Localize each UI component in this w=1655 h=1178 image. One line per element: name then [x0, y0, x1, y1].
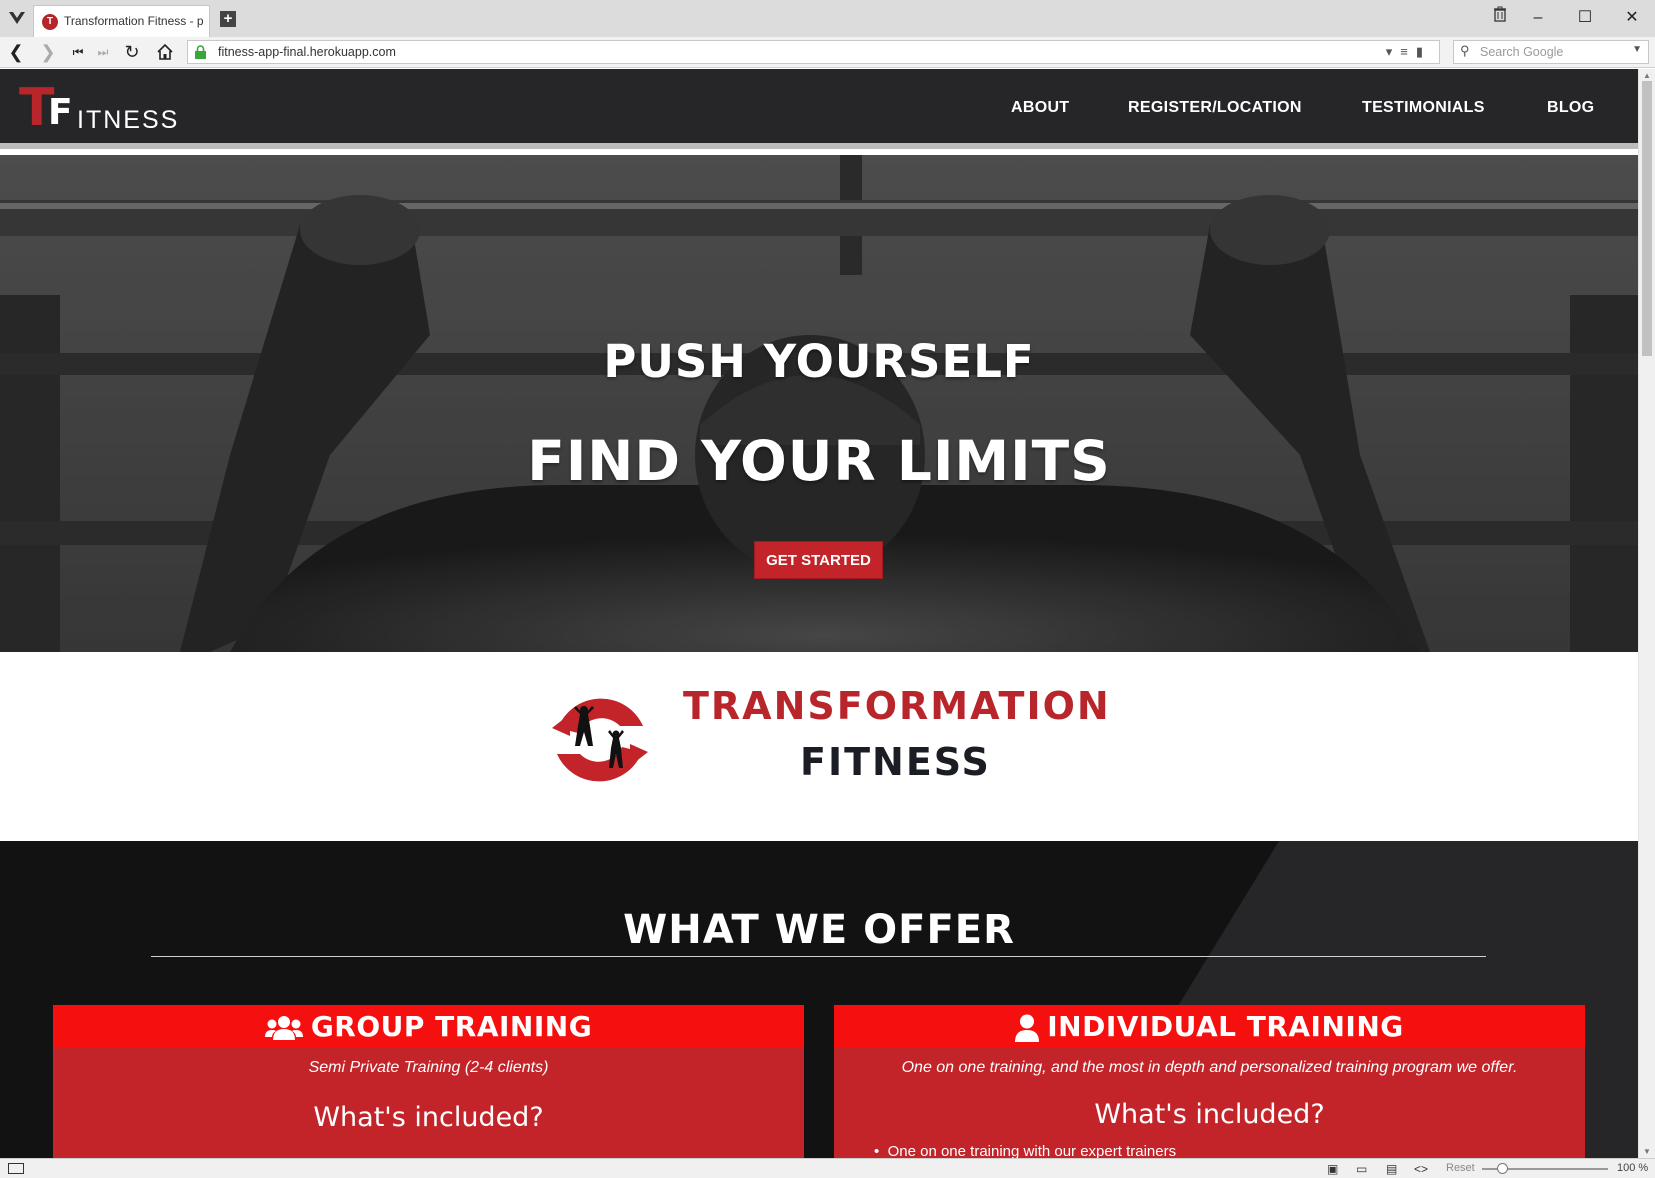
get-started-button[interactable]: GET STARTED [754, 541, 883, 579]
browser-status-bar: ▣ ▭ ▤ <> Reset 100 % [0, 1158, 1655, 1178]
brand-name-line1: TRANSFORMATION [683, 684, 1111, 728]
user-icon [1015, 1014, 1040, 1042]
zoom-reset-button[interactable]: Reset [1446, 1162, 1475, 1174]
individual-training-title: INDIVIDUAL TRAINING [1047, 1010, 1404, 1043]
list-item: • One on one training with our expert tr… [874, 1143, 1177, 1158]
individual-training-header: INDIVIDUAL TRAINING [834, 1005, 1585, 1047]
nav-testimonials[interactable]: TESTIMONIALS [1362, 99, 1485, 117]
trash-icon[interactable] [1485, 6, 1515, 30]
browser-tab[interactable]: T Transformation Fitness - per [33, 5, 210, 37]
scroll-down-icon[interactable]: ▼ [1643, 1147, 1651, 1156]
group-training-subtitle: Semi Private Training (2-4 clients) [308, 1059, 549, 1076]
chevron-down-icon[interactable]: ▼ [1632, 44, 1642, 55]
site-favicon-icon: T [42, 14, 58, 30]
window-icon[interactable]: ▭ [1356, 1162, 1367, 1176]
vivaldi-menu-icon[interactable] [6, 8, 28, 28]
hero-subheadline: FIND YOUR LIMITS [527, 429, 1111, 493]
address-bar-actions[interactable]: ▾≡▮ [1386, 44, 1431, 60]
group-training-header: GROUP TRAINING [53, 1005, 804, 1047]
close-icon[interactable]: ✕ [1617, 6, 1647, 30]
search-field[interactable]: ⚲ Search Google ▼ [1453, 40, 1649, 64]
url-text: fitness-app-final.herokuapp.com [218, 45, 396, 59]
camera-icon[interactable]: ▣ [1327, 1162, 1338, 1176]
fast-forward-icon[interactable]: ⏭ [91, 40, 115, 64]
code-icon[interactable]: <> [1414, 1162, 1428, 1176]
back-icon[interactable]: ❮ [4, 40, 28, 64]
search-icon: ⚲ [1460, 43, 1470, 58]
new-tab-button[interactable]: + [220, 11, 236, 27]
individual-training-included-heading: What's included? [1094, 1099, 1325, 1130]
rewind-icon[interactable]: ⏮ [66, 40, 90, 64]
individual-training-card: INDIVIDUAL TRAINING One on one training,… [834, 1005, 1585, 1158]
zoom-slider-handle[interactable] [1497, 1163, 1508, 1174]
minimize-icon[interactable]: – [1523, 6, 1553, 30]
nav-about[interactable]: ABOUT [1011, 99, 1069, 117]
home-icon[interactable] [153, 40, 177, 64]
reload-icon[interactable]: ↻ [120, 40, 144, 64]
users-icon [264, 1016, 303, 1040]
image-icon[interactable]: ▤ [1386, 1162, 1397, 1176]
hero-headline: PUSH YOURSELF [603, 335, 1035, 388]
heading-divider [151, 956, 1486, 957]
page-viewport: T F ITNESS ABOUT REGISTER/LOCATION TESTI… [0, 69, 1638, 1158]
address-bar[interactable]: fitness-app-final.herokuapp.com ▾≡▮ [187, 40, 1440, 64]
offer-heading: WHAT WE OFFER [623, 907, 1015, 953]
offer-section: WHAT WE OFFER GROUP TRAINING Semi Privat… [0, 841, 1638, 1158]
individual-training-subtitle: One on one training, and the most in dep… [901, 1059, 1518, 1076]
browser-tab-strip: T Transformation Fitness - per + – ☐ ✕ [0, 0, 1655, 37]
brand-emblem-icon [552, 698, 648, 782]
panel-toggle-icon[interactable] [8, 1163, 24, 1174]
search-placeholder: Search Google [1480, 45, 1564, 59]
hero-section: PUSH YOURSELF FIND YOUR LIMITS GET START… [0, 155, 1638, 652]
lock-icon [195, 45, 206, 59]
forward-icon[interactable]: ❯ [36, 40, 60, 64]
group-training-card: GROUP TRAINING Semi Private Training (2-… [53, 1005, 804, 1158]
site-navbar: T F ITNESS ABOUT REGISTER/LOCATION TESTI… [0, 69, 1638, 149]
scroll-up-icon[interactable]: ▲ [1643, 71, 1651, 80]
group-training-included-heading: What's included? [313, 1102, 544, 1133]
brand-name-line2: FITNESS [800, 740, 991, 784]
page-scrollbar[interactable]: ▲ ▼ [1638, 69, 1655, 1158]
scrollbar-thumb[interactable] [1642, 81, 1652, 356]
tab-title: Transformation Fitness - per [64, 14, 204, 28]
brand-section: TRANSFORMATION FITNESS [0, 652, 1638, 841]
nav-register-location[interactable]: REGISTER/LOCATION [1128, 99, 1302, 117]
browser-toolbar: ❮ ❯ ⏮ ⏭ ↻ fitness-app-final.herokuapp.co… [0, 37, 1655, 68]
zoom-level: 100 % [1617, 1162, 1649, 1174]
nav-blog[interactable]: BLOG [1547, 99, 1594, 117]
maximize-icon[interactable]: ☐ [1570, 6, 1600, 30]
group-training-title: GROUP TRAINING [310, 1010, 593, 1043]
